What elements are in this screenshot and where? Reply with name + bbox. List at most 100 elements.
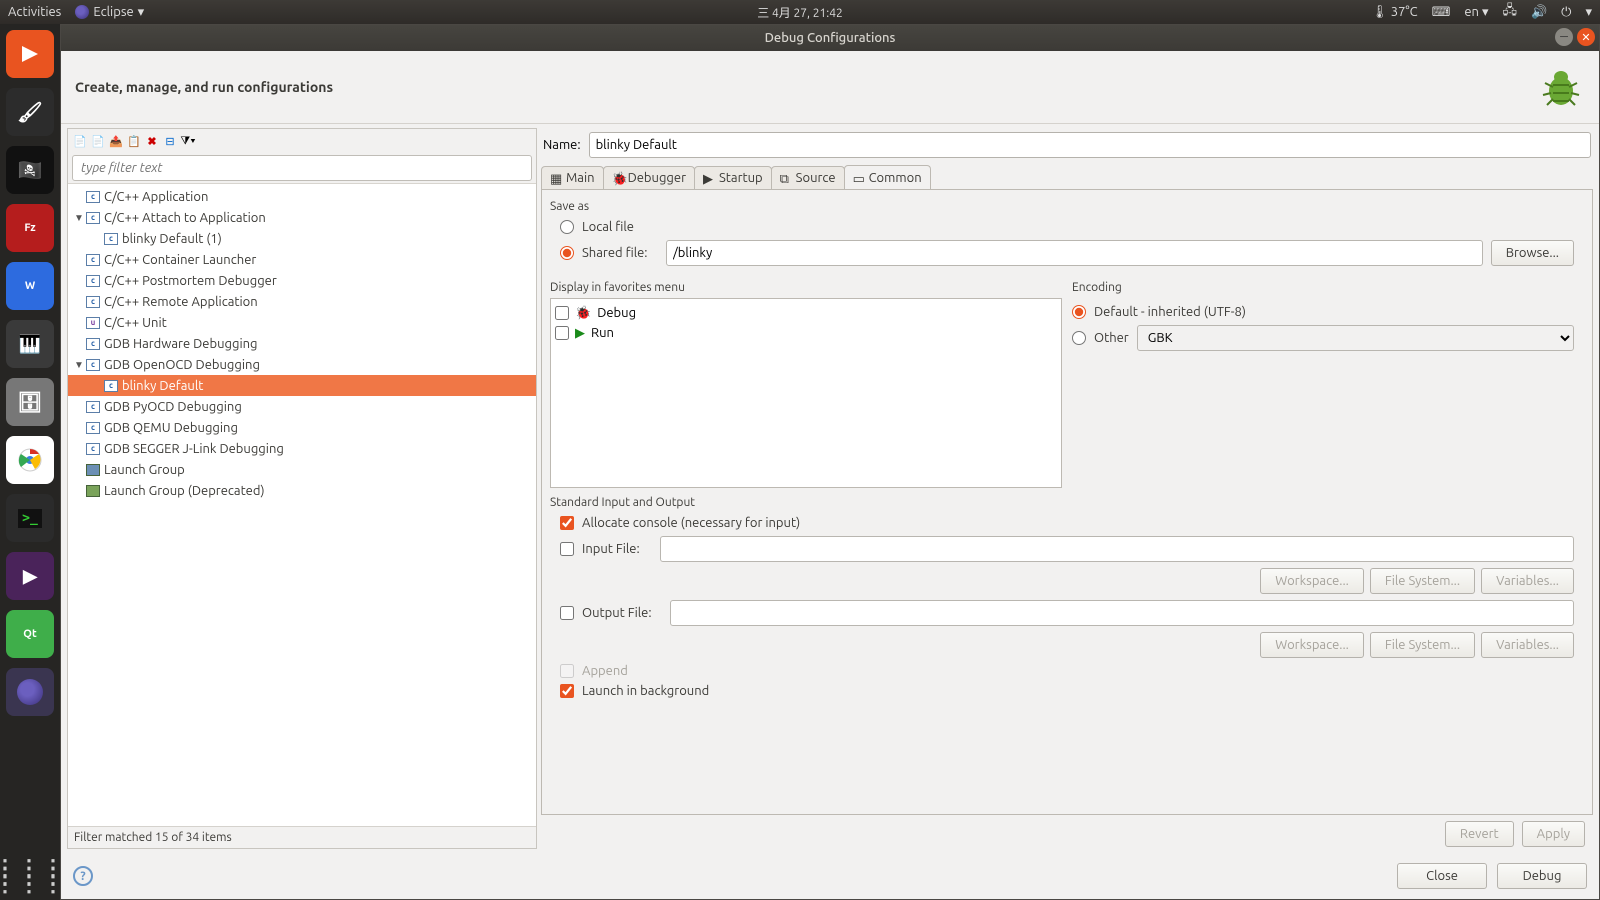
shared-file-label: Shared file: — [582, 246, 658, 260]
encoding-default-label: Default - inherited (UTF-8) — [1094, 305, 1246, 319]
launcher-item[interactable] — [6, 668, 54, 716]
tree-item[interactable]: cC/C++ Remote Application — [68, 291, 536, 312]
dialog-header: Create, manage, and run configurations — [61, 51, 1599, 124]
filter-input[interactable] — [72, 155, 532, 181]
allocate-console-check[interactable] — [560, 516, 574, 530]
config-tree[interactable]: cC/C++ Application▼cC/C++ Attach to Appl… — [68, 183, 536, 826]
output-file-check[interactable] — [560, 606, 574, 620]
language-indicator[interactable]: en ▾ — [1464, 5, 1488, 20]
temperature-indicator[interactable]: 🌡 37°C — [1371, 5, 1417, 20]
apply-button: Apply — [1522, 821, 1585, 847]
tree-item-label: GDB PyOCD Debugging — [104, 400, 242, 414]
saveas-title: Save as — [550, 200, 1584, 213]
browse-button[interactable]: Browse... — [1491, 240, 1574, 266]
tree-item[interactable]: cC/C++ Container Launcher — [68, 249, 536, 270]
new-proto-icon[interactable]: 📄 — [90, 133, 106, 149]
tab-icon: 🐞 — [612, 172, 624, 184]
close-button[interactable]: Close — [1397, 863, 1487, 889]
duplicate-icon[interactable]: 📋 — [126, 133, 142, 149]
keyboard-icon[interactable]: ⌨ — [1432, 5, 1451, 20]
tree-item[interactable]: cblinky Default — [68, 375, 536, 396]
tree-item[interactable]: ▼cGDB OpenOCD Debugging — [68, 354, 536, 375]
tab-source[interactable]: ⧉Source — [771, 166, 845, 189]
launcher-item[interactable]: ▶ — [6, 552, 54, 600]
tree-item[interactable]: ▼cC/C++ Attach to Application — [68, 207, 536, 228]
local-file-radio[interactable] — [560, 220, 574, 234]
tree-item[interactable]: uC/C++ Unit — [68, 312, 536, 333]
app-menu[interactable]: Eclipse ▾ — [75, 5, 144, 20]
window-titlebar[interactable]: Debug Configurations ─ ✕ — [61, 25, 1599, 51]
favorites-list: 🐞Debug ▶Run — [550, 298, 1062, 488]
input-workspace-button: Workspace... — [1260, 568, 1364, 594]
tree-item[interactable]: cGDB Hardware Debugging — [68, 333, 536, 354]
encoding-default-radio[interactable] — [1072, 305, 1086, 319]
output-file-label: Output File: — [582, 606, 662, 620]
tree-item[interactable]: cblinky Default (1) — [68, 228, 536, 249]
launcher-item[interactable]: >_ — [6, 494, 54, 542]
collapse-icon[interactable]: ⊟ — [162, 133, 178, 149]
window-title: Debug Configurations — [765, 31, 896, 45]
new-config-icon[interactable]: 📄 — [72, 133, 88, 149]
show-apps-icon[interactable]: ⋮⋮⋮⋮⋮⋮⋮⋮⋮ — [6, 852, 54, 900]
tab-main[interactable]: ▦Main — [541, 166, 604, 189]
launcher-item[interactable]: 🗄 — [6, 378, 54, 426]
activities-button[interactable]: Activities — [8, 5, 61, 19]
local-file-label: Local file — [582, 220, 634, 234]
tree-item-label: GDB QEMU Debugging — [104, 421, 238, 435]
tree-item[interactable]: cC/C++ Postmortem Debugger — [68, 270, 536, 291]
network-icon[interactable]: 🖧 — [1502, 1, 1517, 23]
tab-common[interactable]: ▭Common — [844, 165, 931, 189]
tab-startup[interactable]: ▶Startup — [694, 166, 772, 189]
tree-item[interactable]: Launch Group — [68, 459, 536, 480]
encoding-select[interactable]: GBK — [1137, 325, 1574, 351]
launch-background-check[interactable] — [560, 684, 574, 698]
tree-item-label: Launch Group — [104, 463, 185, 477]
encoding-other-label: Other — [1094, 331, 1129, 345]
debug-button[interactable]: Debug — [1497, 863, 1587, 889]
fav-debug-check[interactable] — [555, 306, 569, 320]
fav-run-check[interactable] — [555, 326, 569, 340]
output-file-field — [670, 600, 1574, 626]
launch-background-label: Launch in background — [582, 684, 709, 698]
launcher-item[interactable]: Qt — [6, 610, 54, 658]
launcher-item[interactable]: W — [6, 262, 54, 310]
fav-run-label: Run — [591, 326, 614, 340]
tree-item[interactable]: cGDB SEGGER J-Link Debugging — [68, 438, 536, 459]
config-type-icon: c — [86, 212, 100, 224]
tree-item-label: blinky Default (1) — [122, 232, 222, 246]
tab-icon: ⧉ — [780, 172, 792, 184]
filter-menu-icon[interactable]: ⧩▾ — [180, 133, 196, 149]
shared-file-radio[interactable] — [560, 246, 574, 260]
name-input[interactable] — [589, 132, 1591, 158]
volume-icon[interactable]: 🔊 — [1531, 5, 1547, 20]
launcher-item[interactable]: 🏴‍☠️ — [6, 146, 54, 194]
twisty-icon: ▼ — [74, 359, 86, 371]
input-file-check[interactable] — [560, 542, 574, 556]
encoding-other-radio[interactable] — [1072, 331, 1086, 345]
bug-icon: 🐞 — [575, 306, 591, 321]
launcher-item[interactable] — [6, 436, 54, 484]
tree-item[interactable]: Launch Group (Deprecated) — [68, 480, 536, 501]
clock[interactable]: 三 4月 27, 21:42 — [757, 4, 843, 21]
append-check — [560, 664, 574, 678]
tree-item[interactable]: cC/C++ Application — [68, 186, 536, 207]
power-icon[interactable]: ⏻ — [1561, 5, 1571, 20]
close-button[interactable]: ✕ — [1577, 28, 1595, 46]
help-icon[interactable]: ? — [73, 866, 93, 886]
launcher-item[interactable]: 🎹 — [6, 320, 54, 368]
minimize-button[interactable]: ─ — [1555, 28, 1573, 46]
tree-item-label: C/C++ Postmortem Debugger — [104, 274, 277, 288]
launcher-item[interactable]: Fz — [6, 204, 54, 252]
tab-debugger[interactable]: 🐞Debugger — [603, 166, 695, 189]
shared-file-input[interactable] — [666, 240, 1483, 266]
chevron-down-icon[interactable]: ▾ — [1585, 5, 1592, 20]
tree-item-label: GDB OpenOCD Debugging — [104, 358, 260, 372]
delete-icon[interactable]: ✖ — [144, 133, 160, 149]
eclipse-icon — [75, 5, 89, 19]
tree-item[interactable]: cGDB PyOCD Debugging — [68, 396, 536, 417]
launcher-item[interactable] — [6, 30, 54, 78]
launcher-item[interactable]: 🖌 — [6, 88, 54, 136]
tree-item[interactable]: cGDB QEMU Debugging — [68, 417, 536, 438]
export-icon[interactable]: 📤 — [108, 133, 124, 149]
input-filesystem-button: File System... — [1370, 568, 1475, 594]
